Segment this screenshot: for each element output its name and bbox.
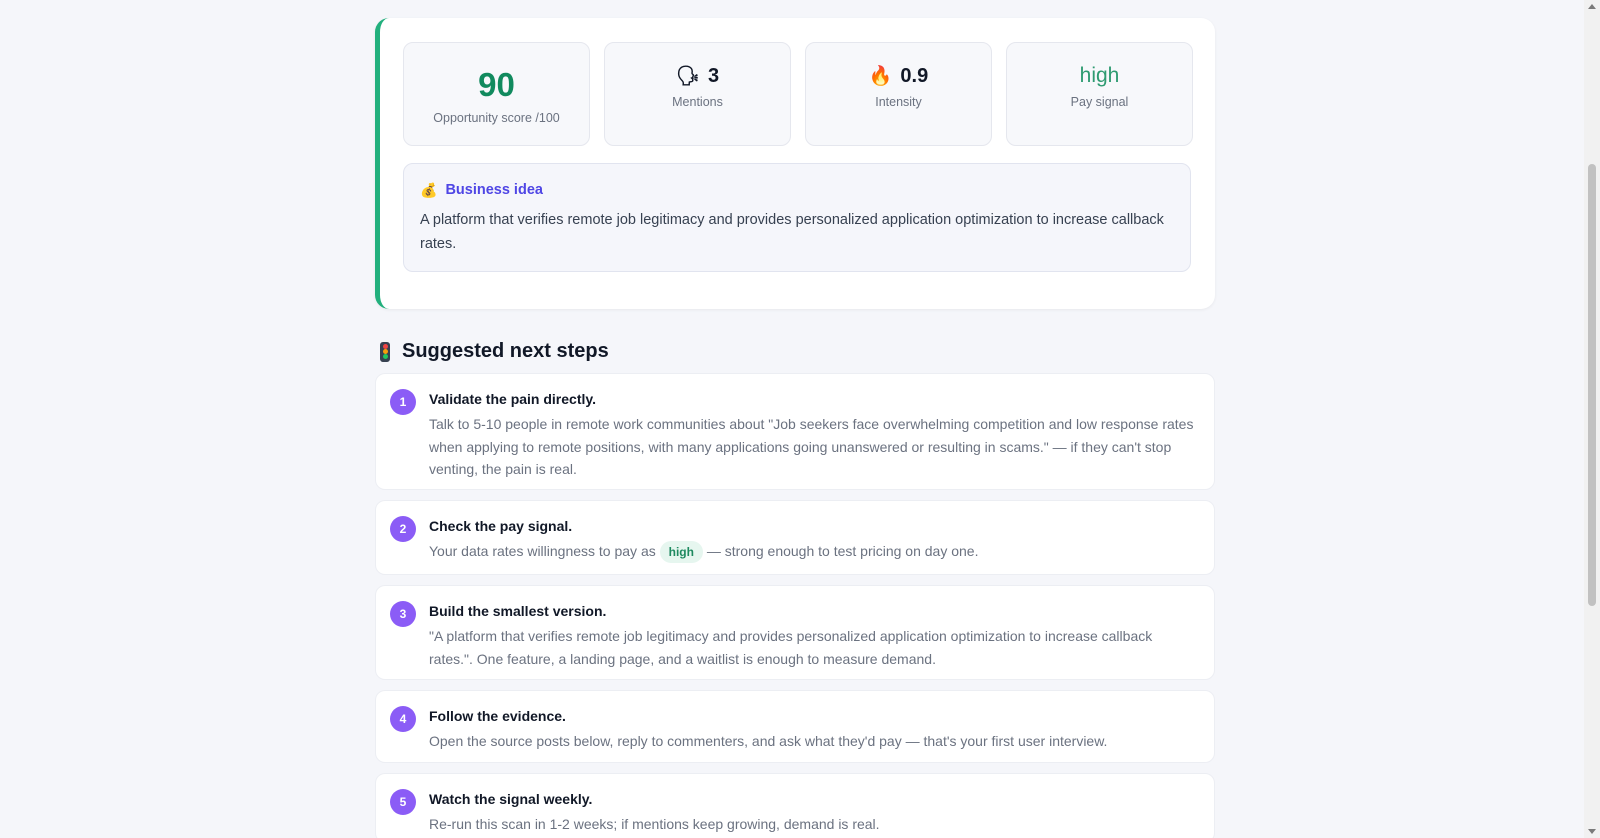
next-steps-heading: Suggested next steps — [380, 340, 609, 363]
step-body-text: Your data rates willingness to pay as — [429, 543, 656, 559]
step-number: 2 — [390, 516, 416, 542]
traffic-light-icon — [380, 341, 390, 362]
fire-icon: 🔥 — [868, 65, 893, 87]
step-card-1: 1 Validate the pain directly. Talk to 5-… — [375, 373, 1215, 490]
step-title: Build the smallest version. — [429, 603, 607, 619]
step-number: 3 — [390, 601, 416, 627]
step-body: Open the source posts below, reply to co… — [429, 733, 1108, 749]
metric-mentions: 🗣 3 Mentions — [604, 42, 791, 146]
step-card-5: 5 Watch the signal weekly. Re-run this s… — [375, 773, 1215, 838]
step-card-2: 2 Check the pay signal. Your data rates … — [375, 500, 1215, 575]
step-title: Validate the pain directly. — [429, 391, 597, 407]
scrollbar-thumb[interactable] — [1588, 164, 1596, 606]
business-idea-title: Business idea — [445, 182, 543, 198]
step-body: Re-run this scan in 1-2 weeks; if mentio… — [429, 816, 880, 832]
scroll-up-arrow-icon[interactable] — [1588, 4, 1596, 9]
metrics-row: 90 Opportunity score /100 🗣 3 Mentions 🔥… — [403, 42, 1193, 146]
pay-signal-value: high — [1079, 64, 1120, 87]
step-number: 4 — [390, 706, 416, 732]
speaking-head-icon: 🗣 — [675, 65, 700, 87]
pay-signal-badge: high — [659, 541, 703, 563]
step-body: Your data rates willingness to pay as hi… — [429, 540, 1199, 563]
step-title: Watch the signal weekly. — [429, 791, 593, 807]
step-title: Follow the evidence. — [429, 708, 566, 724]
metric-intensity: 🔥 0.9 Intensity — [805, 42, 992, 146]
step-body: Talk to 5-10 people in remote work commu… — [429, 416, 1194, 477]
metric-pay-signal: high Pay signal — [1006, 42, 1193, 146]
step-card-4: 4 Follow the evidence. Open the source p… — [375, 690, 1215, 763]
step-number: 5 — [390, 789, 416, 815]
business-idea-text: A platform that verifies remote job legi… — [420, 212, 1164, 252]
step-body: "A platform that verifies remote job leg… — [429, 628, 1153, 667]
opportunity-score-value: 90 — [478, 66, 515, 103]
mentions-label: Mentions — [672, 95, 723, 109]
opportunity-score-label: Opportunity score /100 — [433, 111, 560, 125]
scroll-down-arrow-icon[interactable] — [1588, 829, 1596, 834]
score-card: 90 Opportunity score /100 🗣 3 Mentions 🔥… — [375, 18, 1215, 309]
step-number: 1 — [390, 389, 416, 415]
money-bag-icon: 💰 — [420, 182, 438, 198]
intensity-value: 0.9 — [900, 65, 929, 87]
metric-opportunity-score: 90 Opportunity score /100 — [403, 42, 590, 146]
mentions-value: 3 — [708, 65, 720, 87]
step-body-text: — strong enough to test pricing on day o… — [706, 543, 979, 559]
next-steps-title: Suggested next steps — [402, 340, 609, 362]
intensity-label: Intensity — [875, 95, 922, 109]
step-card-3: 3 Build the smallest version. "A platfor… — [375, 585, 1215, 680]
vertical-scrollbar[interactable] — [1584, 0, 1600, 838]
business-idea-box: 💰 Business idea A platform that verifies… — [403, 163, 1191, 272]
pay-signal-label: Pay signal — [1070, 95, 1129, 109]
step-title: Check the pay signal. — [429, 518, 573, 534]
